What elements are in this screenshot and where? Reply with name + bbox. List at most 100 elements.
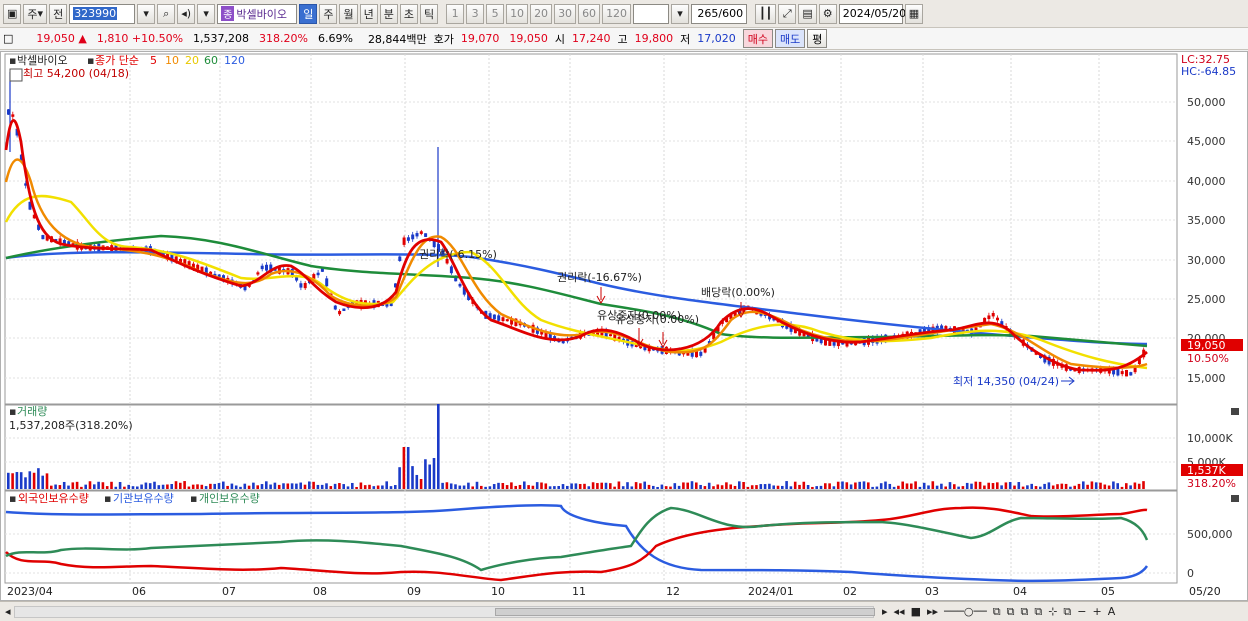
interval-button[interactable]: 60	[578, 3, 601, 24]
volume-y-axis: 10,000K 5,000K 1,537K 318.20%	[1181, 432, 1243, 490]
stop-icon[interactable]: ■	[909, 605, 923, 619]
volume-bar	[686, 482, 689, 489]
candle-body	[996, 317, 999, 321]
data-count-field[interactable]: 265/600	[691, 3, 748, 24]
search-icon[interactable]: ⌕	[157, 3, 176, 24]
y-tick: 40,000	[1187, 175, 1226, 188]
chart-canvas[interactable]: 권리락(-6.15%) 권리락(-16.67%) 유상증자(0.00%) 유상증…	[1, 52, 1247, 600]
font-size-icon[interactable]: A	[1106, 605, 1118, 619]
layout-icon[interactable]: ⧉	[991, 605, 1003, 619]
volume-bar	[699, 484, 702, 489]
market-select[interactable]: 주 ▾	[23, 3, 48, 24]
interval-button[interactable]: 10	[506, 3, 529, 24]
last-volume-ratio: 318.20%	[1187, 477, 1236, 490]
period-tab-daily[interactable]: 일	[299, 3, 318, 24]
volume-bar	[97, 481, 100, 489]
volume-bar	[905, 483, 909, 489]
scroll-thumb[interactable]	[495, 608, 875, 616]
interval-button[interactable]: 120	[602, 3, 632, 24]
period-tab-yearly[interactable]: 년	[359, 3, 378, 24]
volume-bar	[200, 484, 204, 489]
interval-button[interactable]: 30	[554, 3, 577, 24]
quote-bar: □ 19,050 ▲ 1,810 +10.50% 1,537,208 318.2…	[0, 28, 1248, 50]
speaker-icon[interactable]: ◂)	[177, 3, 196, 24]
interval-button[interactable]: 20	[530, 3, 553, 24]
play-icon[interactable]: ▸	[880, 605, 890, 619]
zoom-in-icon[interactable]: +	[1090, 605, 1103, 619]
stock-code-input[interactable]: 323990	[69, 3, 136, 24]
chart-scrollbar[interactable]	[14, 606, 875, 618]
chevron-down-icon[interactable]: ▾	[137, 3, 156, 24]
candle-body	[1125, 369, 1128, 377]
interval-button[interactable]: 5	[486, 3, 505, 24]
candle-icon[interactable]: ┃┃	[755, 3, 777, 24]
zoom-slider[interactable]: ───○──	[942, 605, 989, 619]
window-icon[interactable]: ▣	[3, 3, 22, 24]
candle-body	[41, 235, 45, 240]
volume-bar	[273, 482, 277, 489]
x-tick: 05	[1101, 585, 1115, 598]
candle-body	[1129, 372, 1133, 376]
x-tick: 08	[313, 585, 327, 598]
candle-body	[11, 114, 15, 117]
period-tab-minute[interactable]: 분	[379, 3, 398, 24]
period-tab-weekly[interactable]: 주	[319, 3, 338, 24]
volume-bar	[84, 484, 87, 489]
candle-body	[333, 305, 337, 310]
volume-bar	[518, 484, 522, 489]
chevron-down-icon[interactable]: ▾	[197, 3, 216, 24]
volume-bar	[467, 482, 470, 489]
stock-chart[interactable]: 권리락(-6.15%) 권리락(-16.67%) 유상증자(0.00%) 유상증…	[0, 51, 1248, 601]
period-tab-second[interactable]: 초	[399, 3, 418, 24]
layout-icon[interactable]: ⧉	[1061, 605, 1073, 619]
interval-button[interactable]: 3	[466, 3, 485, 24]
period-tab-tick[interactable]: 틱	[419, 3, 439, 24]
calendar-icon[interactable]: ▦	[904, 3, 924, 24]
calculator-icon[interactable]	[9, 68, 23, 82]
gear-icon[interactable]: ⚙	[818, 3, 837, 24]
candle-body	[832, 342, 836, 346]
chart-bottom-bar: ◂ ▸ ◂◂ ■ ▸▸ ───○── ⧉ ⧉ ⧉ ⧉ ⊹ ⧉ − + A	[0, 601, 1248, 621]
panel-close-icon[interactable]	[1231, 408, 1239, 415]
eval-button[interactable]: 평	[807, 29, 828, 48]
volume-summary: 1,537,208주(318.20%)	[9, 419, 133, 432]
draw-tool-icon[interactable]: ⤢	[778, 3, 797, 24]
candle-body	[406, 237, 410, 241]
low-price: 17,020	[697, 32, 736, 45]
date-input[interactable]: 2024/05/20	[838, 3, 906, 24]
y-tick: 25,000	[1187, 293, 1226, 306]
volume-bar	[123, 486, 126, 489]
sell-button[interactable]: 매도	[775, 29, 806, 48]
crosshair-icon[interactable]: ⊹	[1046, 605, 1059, 619]
zoom-out-icon[interactable]: −	[1075, 605, 1088, 619]
buy-button[interactable]: 매수	[742, 29, 774, 48]
volume-bar	[45, 473, 49, 489]
volume-bar	[1082, 481, 1085, 489]
candle-body	[505, 319, 509, 322]
layout-icon[interactable]: ⧉	[1005, 605, 1017, 619]
scroll-left-icon[interactable]: ◂	[3, 605, 13, 618]
layout-icon[interactable]: ⧉	[1032, 605, 1044, 619]
volume-bar	[226, 485, 229, 489]
forward-icon[interactable]: ▸▸	[925, 605, 940, 619]
interval-custom-input[interactable]	[633, 3, 670, 24]
legend-ma-10: 10	[165, 54, 179, 67]
volume-bar	[849, 484, 853, 489]
layout-icon[interactable]: ⧉	[1018, 605, 1030, 619]
volume-bar	[806, 485, 810, 489]
volume-bar	[37, 468, 40, 489]
rewind-icon[interactable]: ◂◂	[892, 605, 907, 619]
prev-button[interactable]: 전	[49, 3, 68, 24]
chevron-down-icon[interactable]: ▾	[671, 3, 690, 24]
volume-bar	[664, 486, 668, 489]
panel-close-icon[interactable]	[1231, 495, 1239, 502]
volume-bar	[419, 478, 423, 489]
interval-button[interactable]: 1	[446, 3, 465, 24]
legend-ma-title: 종가 단순	[95, 54, 139, 67]
quote-toggle-icon[interactable]: □	[0, 32, 16, 45]
save-icon[interactable]: ▤	[798, 3, 817, 24]
volume-bar	[11, 473, 14, 489]
legend-ma-60: 60	[204, 54, 218, 67]
volume-bar	[1112, 481, 1115, 489]
period-tab-monthly[interactable]: 월	[339, 3, 358, 24]
